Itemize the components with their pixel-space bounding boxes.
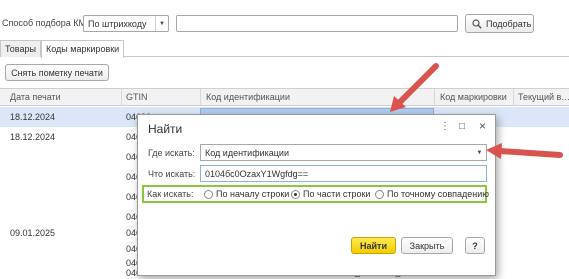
pick-button-label: Подобрать xyxy=(486,18,532,29)
radio-label: По точному совпадению xyxy=(387,189,490,199)
close-icon[interactable]: × xyxy=(479,119,486,133)
find-button[interactable]: Найти xyxy=(351,237,396,254)
cell-print-date: 09.01.2025 xyxy=(10,228,56,238)
dialog-title: Найти xyxy=(148,122,183,136)
what-input[interactable]: 0104бс0OzaxY1Wgfdg== xyxy=(200,165,487,182)
radio-label: По части строки xyxy=(303,189,371,199)
radio-label: По началу строки xyxy=(216,189,290,199)
unmark-print-button[interactable]: Снять пометку печати xyxy=(5,64,109,81)
maximize-icon[interactable]: □ xyxy=(459,121,465,132)
search-mode-group: Как искать: По началу строки По части ст… xyxy=(142,185,489,203)
find-dialog: Найти ⋮ □ × Где искать: Код идентификаци… xyxy=(137,114,496,276)
tab-bar: Товары Коды маркировки xyxy=(0,40,569,58)
chevron-down-icon[interactable]: ▼ xyxy=(473,145,486,160)
column-header-gtin[interactable]: GTIN xyxy=(126,92,148,102)
more-menu-icon[interactable]: ⋮ xyxy=(440,121,450,132)
column-header-print-date[interactable]: Дата печати xyxy=(10,92,61,102)
column-separator xyxy=(121,89,122,106)
tab-marking-codes[interactable]: Коды маркировки xyxy=(41,40,125,58)
where-label: Где искать: xyxy=(148,148,195,158)
column-separator xyxy=(200,89,201,106)
cell-print-date: 18.12.2024 xyxy=(10,132,56,142)
radio-contains[interactable]: По части строки xyxy=(291,189,370,199)
how-label: Как искать: xyxy=(147,189,194,199)
column-header-current[interactable]: Текущий в… xyxy=(518,92,569,102)
radio-icon[interactable] xyxy=(204,189,213,199)
selection-mode-select[interactable]: По штрихкоду ▼ xyxy=(83,15,169,32)
what-value: 0104бс0OzaxY1Wgfdg== xyxy=(205,169,309,179)
pick-button[interactable]: Подобрать xyxy=(465,14,534,33)
chevron-down-icon[interactable]: ▼ xyxy=(155,16,168,31)
where-select[interactable]: Код идентификации ▼ xyxy=(200,144,487,161)
selection-mode-value: По штрихкоду xyxy=(88,19,147,29)
radio-selected-icon[interactable] xyxy=(291,189,300,199)
column-separator xyxy=(513,89,514,106)
barcode-input[interactable] xyxy=(176,15,458,32)
selection-mode-label: Способ подбора КМ: xyxy=(2,18,89,28)
search-icon xyxy=(472,18,482,29)
radio-exact-match[interactable]: По точному совпадению xyxy=(375,189,489,199)
help-button[interactable]: ? xyxy=(465,237,485,254)
column-header-identification-code[interactable]: Код идентификации xyxy=(206,92,290,102)
table-header: Дата печати GTIN Код идентификации Код м… xyxy=(0,89,569,106)
what-label: Что искать: xyxy=(148,169,196,179)
close-button[interactable]: Закрыть xyxy=(401,237,453,254)
radio-starts-with[interactable]: По началу строки xyxy=(204,189,289,199)
column-header-marking-code[interactable]: Код маркировки xyxy=(440,92,507,102)
radio-icon[interactable] xyxy=(375,189,384,199)
selection-toolbar: Способ подбора КМ: По штрихкоду ▼ Подобр… xyxy=(0,14,569,34)
cell-print-date: 18.12.2024 xyxy=(10,112,56,122)
where-value: Код идентификации xyxy=(205,148,289,158)
column-separator xyxy=(434,89,435,106)
tab-goods[interactable]: Товары xyxy=(0,40,41,57)
